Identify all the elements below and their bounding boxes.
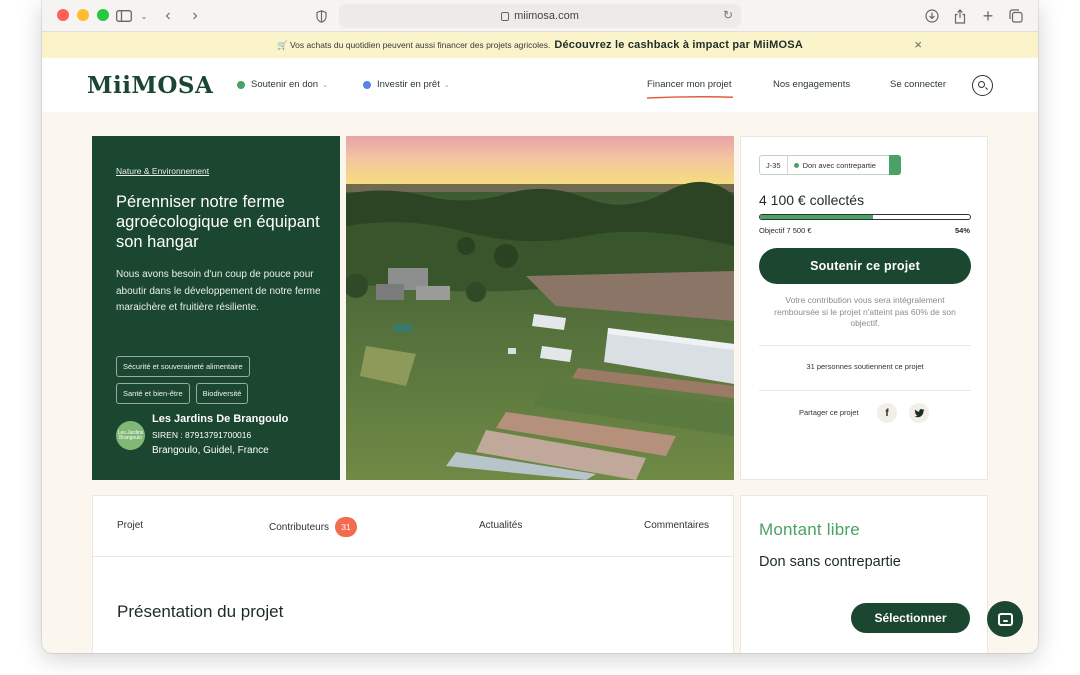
amount-collected: 4 100 € collectés: [759, 192, 865, 208]
search-button[interactable]: [972, 75, 993, 96]
nav-donate[interactable]: Soutenir en don ⌄: [237, 79, 328, 90]
promo-link[interactable]: Découvrez le cashback à impact par MiiMO…: [554, 39, 803, 51]
select-reward-button[interactable]: Sélectionner: [851, 603, 970, 633]
minimize-window-button[interactable]: [77, 9, 89, 21]
zoom-window-button[interactable]: [97, 9, 109, 21]
contributors-count-badge: 31: [335, 517, 358, 537]
refund-note: Votre contribution vous sera intégraleme…: [774, 295, 956, 328]
url-text: miimosa.com: [514, 10, 579, 22]
funding-progress-bar: [759, 214, 971, 220]
project-category-link[interactable]: Nature & Environnement: [116, 166, 209, 176]
new-tab-icon[interactable]: +: [978, 6, 998, 26]
project-tags: Sécurité et souveraineté alimentaire San…: [116, 356, 326, 404]
twitter-icon[interactable]: [909, 403, 929, 423]
funding-percent: 54%: [954, 226, 970, 235]
tag-health[interactable]: Santé et bien-être: [116, 383, 190, 404]
privacy-shield-icon[interactable]: [311, 6, 331, 26]
divider: [759, 345, 971, 346]
browser-window: ⌄ ‹ › miimosa.com ↻ + 🛒 Vos achats du qu…: [42, 0, 1038, 653]
farm-location: Brangoulo, Guidel, France: [152, 445, 269, 456]
window-controls: [57, 9, 109, 21]
lock-icon: [501, 11, 510, 21]
funding-progress-fill: [760, 215, 874, 219]
tab-news[interactable]: Actualités: [479, 520, 522, 531]
active-underline: [646, 96, 734, 99]
forward-icon[interactable]: ›: [185, 6, 205, 26]
reward-title: Montant libre: [759, 520, 860, 539]
nav-donate-label: Soutenir en don: [251, 79, 319, 90]
back-icon[interactable]: ‹: [158, 6, 178, 26]
tab-contributors[interactable]: Contributeurs 31: [269, 517, 358, 537]
nav-engagements[interactable]: Nos engagements: [773, 79, 850, 90]
days-left: J-35: [760, 156, 788, 174]
funding-card: J-35 Don avec contrepartie 4 100 € colle…: [740, 136, 988, 480]
nav-invest[interactable]: Investir en prêt ⌄: [363, 79, 450, 90]
farm-name[interactable]: Les Jardins De Brangoulo: [152, 413, 288, 425]
project-hero-image: [346, 136, 734, 480]
project-tabs-card: Projet Contributeurs 31 Actualités Comme…: [92, 495, 734, 653]
tab-overview-icon[interactable]: [1006, 6, 1026, 26]
chevron-down-icon: ⌄: [322, 81, 328, 89]
share-label: Partager ce projet: [799, 408, 859, 417]
campaign-type: Don avec contrepartie: [788, 161, 876, 170]
tab-bar: Projet Contributeurs 31 Actualités Comme…: [93, 496, 733, 557]
project-title: Pérenniser notre ferme agroécologique en…: [116, 193, 320, 251]
reload-icon[interactable]: ↻: [723, 8, 733, 22]
tab-project[interactable]: Projet: [117, 520, 143, 531]
close-window-button[interactable]: [57, 9, 69, 21]
project-description: Nous avons besoin d'un coup de pouce pou…: [116, 269, 321, 313]
nav-finance-project[interactable]: Financer mon projet: [647, 79, 731, 90]
address-bar[interactable]: miimosa.com ↻: [339, 4, 741, 28]
site-header: MiiMOSA Soutenir en don ⌄ Investir en pr…: [42, 58, 1038, 112]
tag-biodiversity[interactable]: Biodiversité: [195, 383, 249, 404]
project-summary-card: Nature & Environnement Pérenniser notre …: [92, 136, 340, 480]
campaign-badge: J-35 Don avec contrepartie: [759, 155, 901, 175]
nav-invest-label: Investir en prêt: [377, 79, 440, 90]
promo-text: 🛒 Vos achats du quotidien peuvent aussi …: [277, 39, 551, 50]
search-icon: [978, 81, 985, 88]
divider: [759, 390, 971, 391]
chat-icon: [997, 612, 1013, 626]
close-icon[interactable]: ×: [914, 37, 922, 52]
chevron-down-icon[interactable]: ⌄: [134, 6, 154, 26]
miimosa-logo[interactable]: MiiMOSA: [87, 72, 213, 99]
tag-food-security[interactable]: Sécurité et souveraineté alimentaire: [116, 356, 250, 377]
reward-card: Montant libre Don sans contrepartie Séle…: [740, 495, 988, 653]
promo-banner: 🛒 Vos achats du quotidien peuvent aussi …: [42, 32, 1038, 58]
chat-launcher-button[interactable]: [987, 601, 1023, 637]
share-icon[interactable]: [950, 6, 970, 26]
facebook-icon[interactable]: f: [877, 403, 897, 423]
supporters-count: 31 personnes soutiennent ce projet: [806, 362, 924, 371]
browser-toolbar: ⌄ ‹ › miimosa.com ↻ +: [42, 0, 1038, 32]
presentation-title: Présentation du projet: [117, 602, 284, 621]
nav-login[interactable]: Se connecter: [890, 79, 946, 90]
tab-comments[interactable]: Commentaires: [644, 520, 709, 531]
campaign-type-label: Don avec contrepartie: [802, 160, 876, 170]
farm-logo: Les Jardins Brangoulo: [116, 421, 145, 450]
invest-dot-icon: [363, 80, 371, 89]
chevron-down-icon: ⌄: [443, 81, 450, 89]
reward-subtitle: Don sans contrepartie: [759, 554, 901, 570]
support-project-button[interactable]: Soutenir ce projet: [759, 248, 971, 284]
donate-dot-icon: [237, 80, 245, 89]
funding-objective: Objectif 7 500 €: [759, 226, 812, 235]
sidebar-icon[interactable]: [114, 6, 134, 26]
status-dot-icon: [793, 162, 799, 168]
farm-siren: SIREN : 879137917000​16: [152, 430, 252, 440]
badge-accent: [889, 155, 901, 175]
tab-contributors-label: Contributeurs: [269, 521, 330, 533]
download-icon[interactable]: [922, 6, 942, 26]
